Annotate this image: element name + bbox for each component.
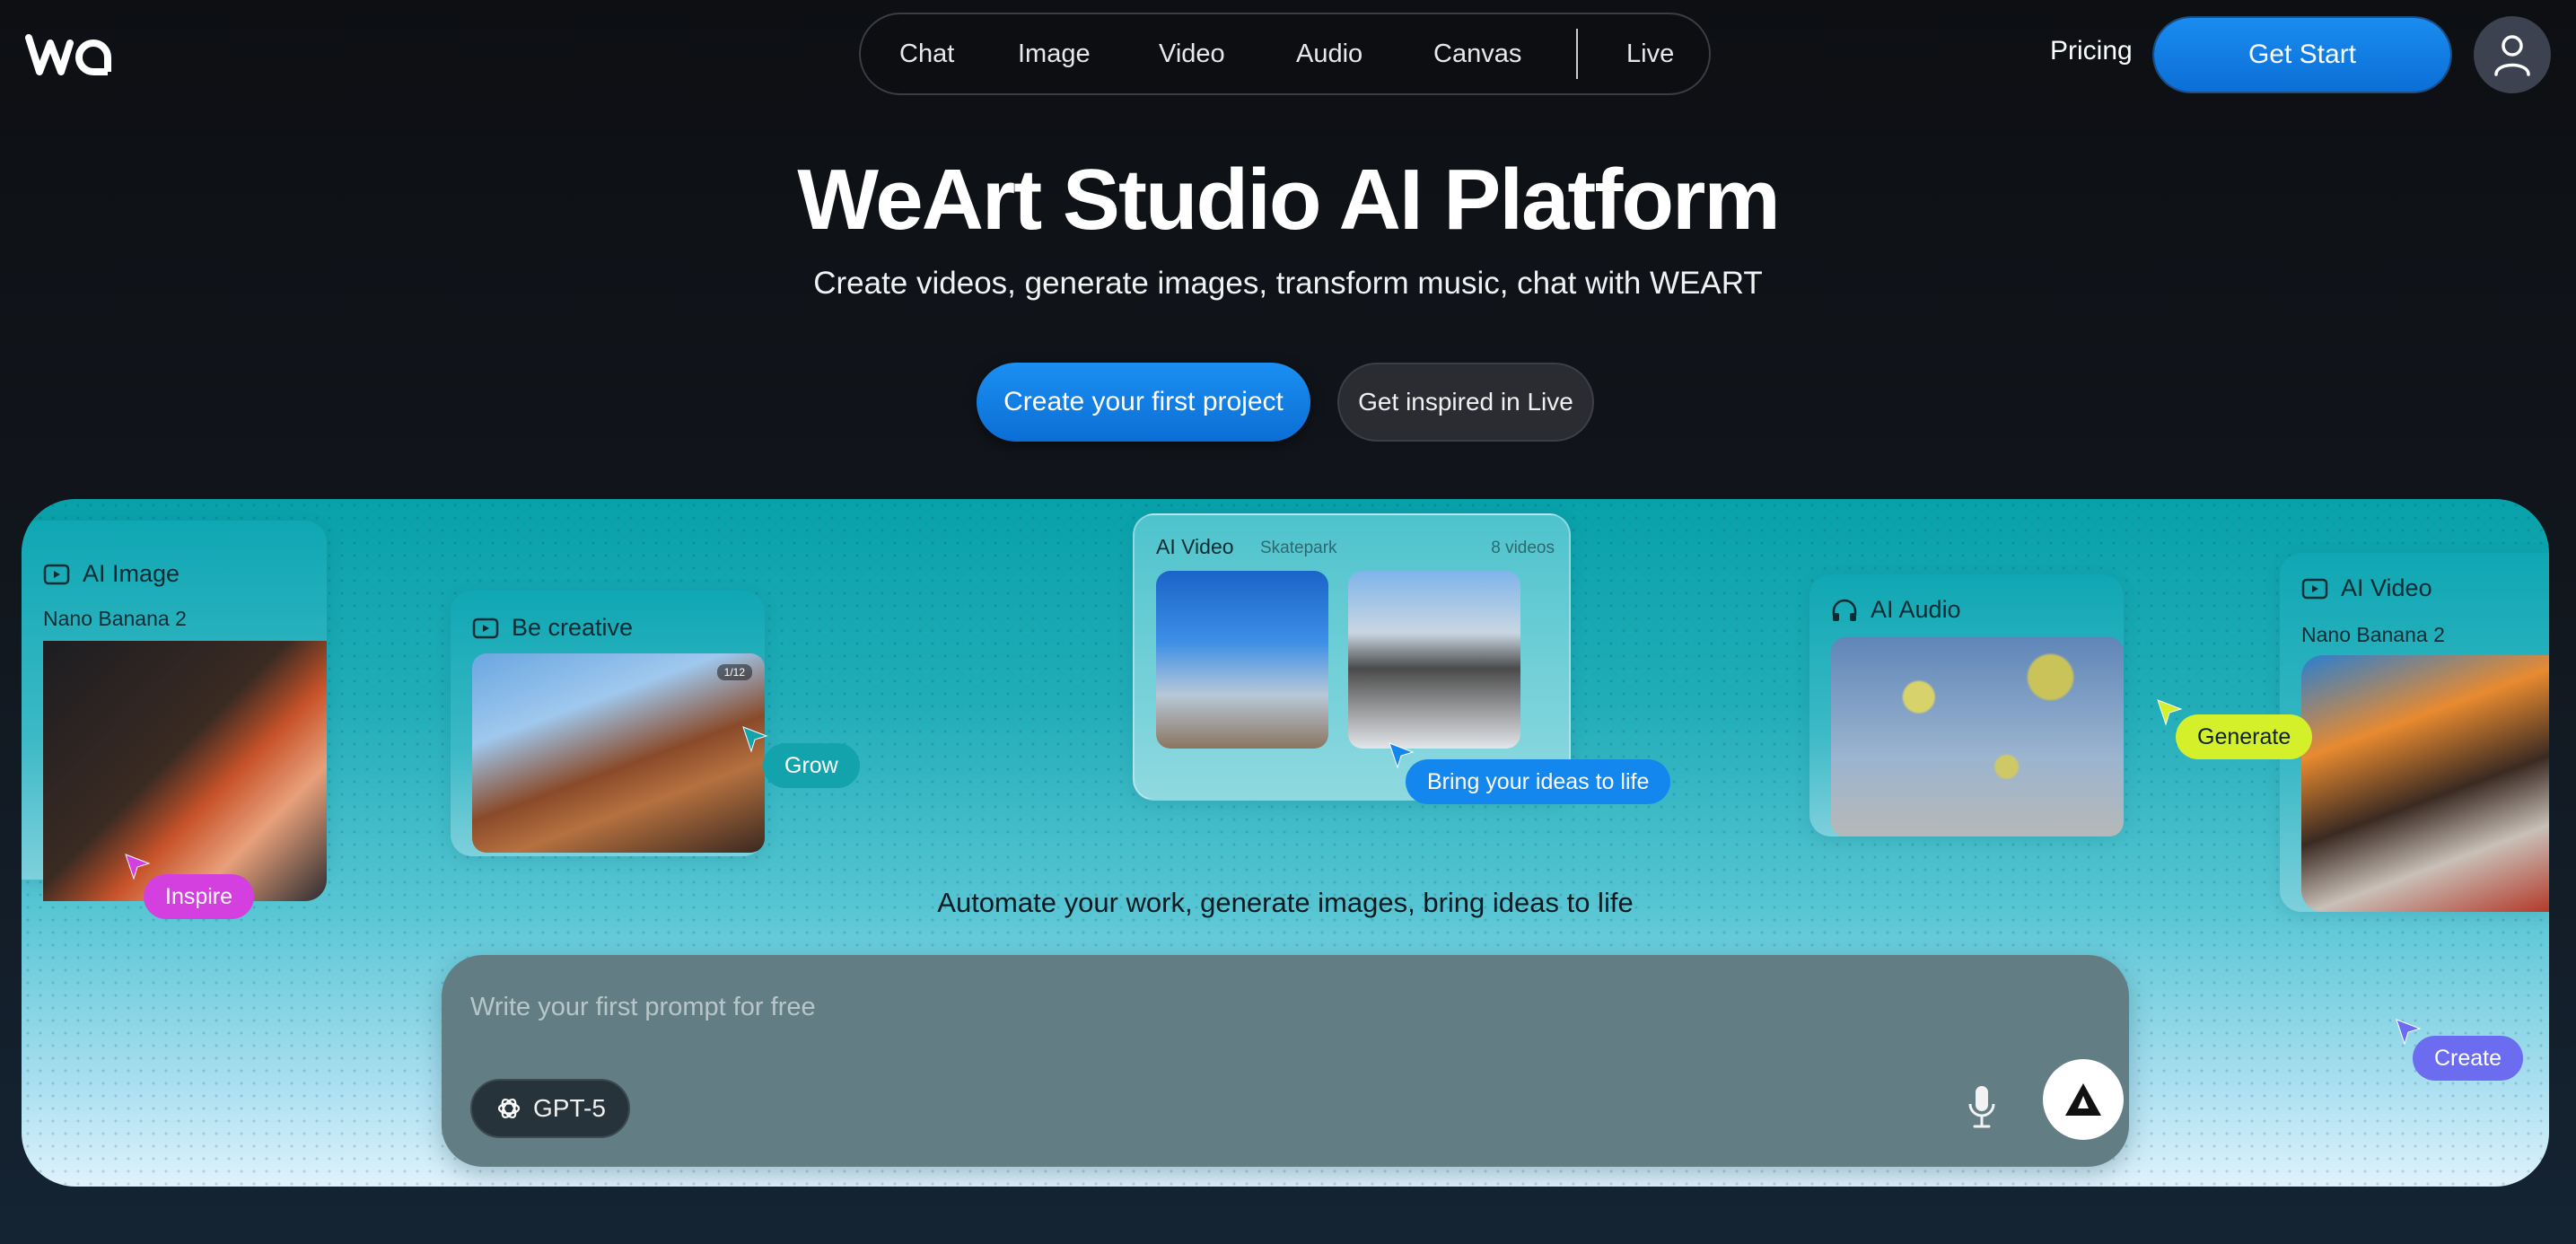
- slide-counter: 1/12: [716, 664, 752, 680]
- prompt-input[interactable]: [470, 987, 1906, 1027]
- showcase-tagline: Automate your work, generate images, bri…: [937, 887, 1634, 918]
- weart-logo-icon[interactable]: [25, 31, 115, 79]
- ai-video-skatepark-card[interactable]: AI Video Skatepark 8 videos: [1133, 513, 1571, 801]
- be-creative-thumbnail[interactable]: 1/12: [472, 653, 765, 853]
- ai-video-center-title: AI Video: [1156, 535, 1234, 558]
- pricing-link[interactable]: Pricing: [2050, 36, 2133, 66]
- page-title: WeArt Studio AI Platform: [797, 152, 1780, 248]
- send-button[interactable]: [2043, 1059, 2124, 1140]
- openai-icon: [497, 1098, 521, 1119]
- ai-audio-card[interactable]: AI Audio: [1809, 574, 2124, 837]
- grow-tag: Grow: [763, 743, 860, 788]
- headphones-icon: [1832, 599, 1857, 621]
- cursor-pointer-icon: [125, 854, 151, 880]
- video-frame-icon: [472, 618, 499, 638]
- nav-audio[interactable]: Audio: [1296, 14, 1362, 93]
- ai-video-model: Nano Banana 2: [2301, 623, 2445, 646]
- video-count: 8 videos: [1491, 539, 1555, 557]
- get-inspired-button[interactable]: Get inspired in Live: [1337, 363, 1594, 442]
- get-start-button[interactable]: Get Start: [2154, 18, 2450, 92]
- ai-video-card[interactable]: AI Video Nano Banana 2: [2280, 553, 2549, 912]
- microphone-icon: [1968, 1086, 1995, 1128]
- nav-canvas[interactable]: Canvas: [1433, 14, 1521, 93]
- model-label: GPT-5: [533, 1094, 606, 1122]
- user-menu-button[interactable]: [2474, 16, 2551, 93]
- ai-audio-title: AI Audio: [1871, 596, 1961, 623]
- ai-video-title: AI Video: [2341, 574, 2432, 601]
- ai-video-thumbnail[interactable]: [2301, 655, 2549, 912]
- user-icon: [2494, 35, 2530, 76]
- hero-subtitle: Create videos, generate images, transfor…: [813, 266, 1763, 301]
- microphone-button[interactable]: [1955, 1076, 2009, 1139]
- create-tag: Create: [2413, 1036, 2524, 1081]
- ai-image-thumbnail[interactable]: [43, 641, 327, 901]
- cursor-pointer-icon: [742, 726, 768, 753]
- model-selector-button[interactable]: GPT-5: [470, 1079, 630, 1138]
- bring-ideas-tag: Bring your ideas to life: [1406, 759, 1671, 804]
- skatepark-video-thumbnail-1[interactable]: [1156, 571, 1328, 749]
- weart-send-icon: [2065, 1083, 2101, 1116]
- video-frame-icon: [43, 564, 70, 584]
- be-creative-title: Be creative: [512, 614, 634, 641]
- ai-video-center-subtitle: Skatepark: [1260, 539, 1337, 557]
- ai-image-title: AI Image: [83, 560, 180, 587]
- ai-image-card[interactable]: AI Image Nano Banana 2: [22, 521, 327, 901]
- nav-video[interactable]: Video: [1159, 14, 1225, 93]
- ai-image-model: Nano Banana 2: [43, 607, 187, 630]
- video-frame-icon: [2301, 578, 2328, 599]
- nav-image[interactable]: Image: [1018, 14, 1091, 93]
- showcase-panel: AI Image Nano Banana 2 Be creative 1/12 …: [22, 499, 2549, 1187]
- skatepark-video-thumbnail-2[interactable]: [1348, 571, 1520, 749]
- create-project-button[interactable]: Create your first project: [977, 363, 1310, 442]
- nav-chat[interactable]: Chat: [899, 14, 954, 93]
- ai-audio-thumbnail[interactable]: [1831, 637, 2124, 837]
- nav-live[interactable]: Live: [1626, 14, 1674, 93]
- be-creative-card[interactable]: Be creative 1/12: [451, 591, 765, 856]
- generate-tag: Generate: [2176, 714, 2313, 759]
- prompt-composer: GPT-5: [442, 955, 2129, 1167]
- main-nav: Chat Image Video Audio Canvas Live: [859, 13, 1711, 95]
- nav-divider: [1576, 29, 1578, 79]
